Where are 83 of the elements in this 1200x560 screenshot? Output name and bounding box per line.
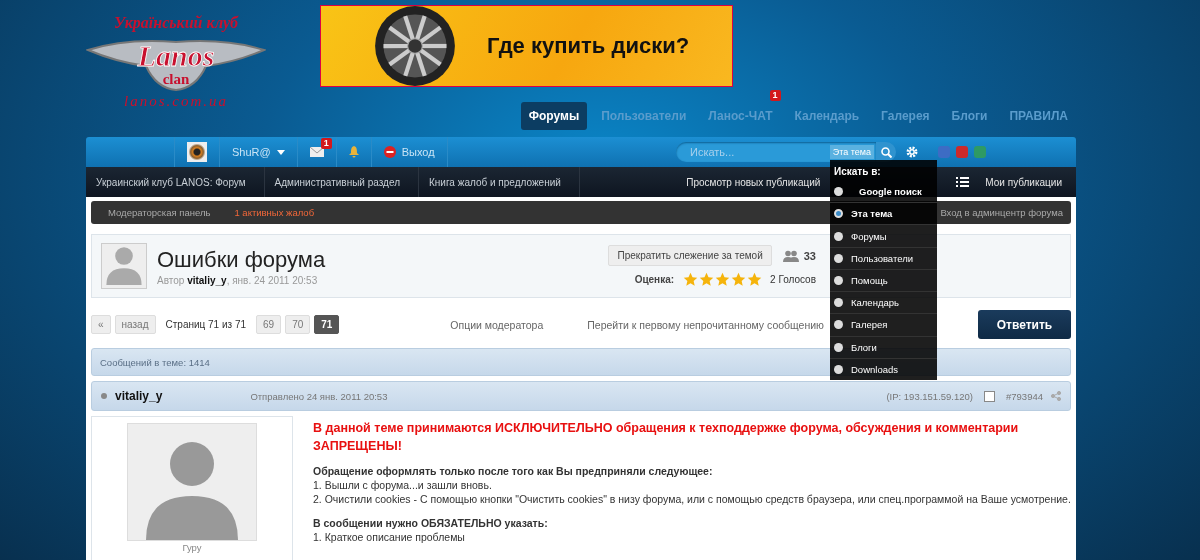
first-page-button[interactable]: «	[91, 315, 111, 334]
rating-label: Оценка:	[634, 274, 675, 285]
option-label: Календарь	[851, 297, 899, 309]
list-item: 2. Очистили cookies - С помощью кнопки "Очистить cookies" в низу форума, или с помощью средств браузера, или спец.программой на Ваше усмотрение.	[313, 492, 1071, 506]
option-label: Downloads	[851, 363, 898, 375]
section-heading: В сообщении нужно ОБЯЗАТЕЛЬНО указать:	[313, 516, 549, 530]
search-icon	[880, 146, 892, 158]
status-dot-icon	[101, 393, 107, 399]
page-info: Страниц 71 из 71	[165, 319, 247, 330]
logo-url: lanos.com.ua	[124, 94, 228, 108]
warning-text: В данной теме принимаются ИСКЛЮЧИТЕЛЬНО обращения к техподдержке форума, обсуждения и комментарии ЗАПРЕЩЕНЫ!	[313, 420, 1020, 455]
banner-headline: Где купить диски?	[487, 33, 690, 59]
option-label: Галерея	[851, 319, 888, 331]
radio-button[interactable]	[834, 187, 843, 197]
search-button[interactable]	[876, 142, 896, 162]
post-count: Сообщений в теме: 1414	[100, 356, 210, 368]
option-label: Блоги	[851, 341, 877, 353]
option-label: Пользователи	[851, 252, 913, 264]
avatar-placeholder	[101, 243, 147, 289]
post-number-link[interactable]: #793944	[1006, 390, 1043, 402]
moderator-options-link[interactable]: Опции модератора	[450, 318, 544, 331]
option-label: Google поиск	[859, 186, 922, 198]
vote-count: 2 Голосов	[770, 274, 816, 285]
theme-swatch[interactable]	[938, 146, 950, 158]
list-item: 1. Краткое описание проблемы	[313, 530, 466, 544]
logout-button[interactable]: Выход	[401, 146, 435, 158]
option-label: Форумы	[851, 230, 887, 242]
star-rating[interactable]	[683, 272, 763, 287]
envelope-icon[interactable]	[309, 147, 324, 157]
users-icon	[782, 249, 799, 262]
new-posts-link[interactable]: Просмотр новых публикаций	[686, 176, 821, 188]
ad-banner[interactable]: Где купить диски?	[320, 5, 733, 87]
post-date: Отправлено 24 янв. 2011 20:53	[250, 390, 388, 402]
user-menu-button[interactable]: ShuR@	[232, 146, 271, 158]
radio-button[interactable]	[834, 231, 843, 241]
admin-link[interactable]: Вход в админцентр форума	[940, 207, 1063, 218]
caret-icon	[276, 149, 285, 155]
list-icon[interactable]	[956, 177, 970, 187]
logo-tagline: Український клуб	[114, 14, 238, 32]
reply-button[interactable]: Ответить	[978, 310, 1071, 339]
menu-title: Искать в:	[833, 166, 882, 179]
theme-swatch[interactable]	[956, 146, 968, 158]
user-avatar[interactable]	[187, 142, 207, 162]
section-heading: Обращение оформлять только после того как Вы предприняли следующее:	[313, 464, 714, 478]
star-icon	[699, 272, 715, 287]
radio-button[interactable]	[834, 320, 843, 330]
radio-button[interactable]	[834, 342, 843, 352]
page-button[interactable]: 69	[256, 315, 282, 334]
select-checkbox[interactable]	[984, 390, 995, 402]
topic-byline: Автор vitaliy_y, янв. 24 2011 20:53	[157, 275, 319, 286]
list-item: 1. Вышли с форума...и зашли вновь.	[313, 478, 493, 492]
radio-button[interactable]	[834, 364, 843, 374]
settings-icon[interactable]	[906, 146, 918, 158]
star-icon	[731, 272, 747, 287]
radio-button[interactable]	[834, 253, 843, 263]
my-posts-link[interactable]: Мои публикации	[985, 176, 1062, 188]
radio-button[interactable]	[834, 276, 843, 285]
option-label: Помощь	[851, 275, 888, 286]
notification-badge: 1	[769, 90, 781, 101]
notification-badge: 1	[320, 138, 332, 149]
wheel-icon	[373, 4, 457, 88]
post-ip: (IP: 193.151.59.120)	[886, 390, 973, 402]
star-icon	[715, 272, 731, 287]
radio-button[interactable]	[834, 209, 843, 219]
nav-tab[interactable]: Форумы	[520, 102, 588, 130]
user-rank: Гуру	[182, 542, 202, 553]
star-icon	[683, 272, 699, 287]
post-author[interactable]: vitaliy_y	[115, 389, 163, 403]
logout-icon	[383, 146, 396, 158]
star-icon	[747, 272, 763, 287]
reports-link[interactable]: 1 активных жалоб	[234, 207, 315, 218]
first-unread-link[interactable]: Перейти к первому непрочитанному сообщению	[587, 318, 824, 331]
topic-title: Ошибки форума	[157, 246, 326, 273]
radio-button[interactable]	[834, 298, 843, 308]
moderator-panel-link[interactable]: Модераторская панель	[108, 207, 211, 218]
page-button[interactable]: 71	[314, 315, 340, 334]
theme-swatch[interactable]	[974, 146, 986, 158]
search-scope-option[interactable]: Google поиск	[830, 181, 937, 203]
option-label: Эта тема	[851, 208, 893, 220]
unfollow-button[interactable]: Прекратить слежение за темой	[608, 245, 772, 266]
previous-page-button[interactable]: назад	[114, 315, 156, 334]
page-button[interactable]: 70	[285, 315, 311, 334]
follower-count: 33	[803, 249, 816, 262]
